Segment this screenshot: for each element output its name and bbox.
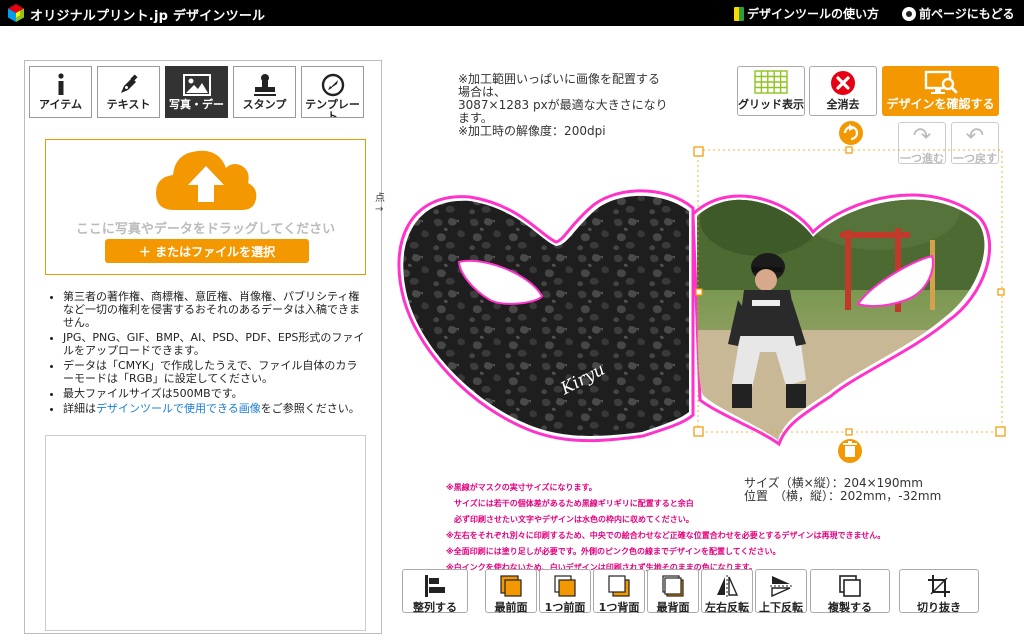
print-warnings: ※黒線がマスクの実寸サイズになります。 サイズには若干の個体差があるため黒線ギリ… (446, 480, 1002, 576)
flip-horizontal-button[interactable]: 左右反転 (701, 569, 753, 614)
resize-handle[interactable] (695, 288, 703, 296)
bring-forward-button[interactable]: 1つ前面 (539, 569, 591, 614)
send-to-back-icon (648, 574, 698, 598)
resize-handle[interactable] (997, 288, 1005, 296)
bring-forward-label: 1つ前面 (544, 601, 586, 614)
duplicate-label: 複製する (828, 601, 872, 614)
flip-horizontal-icon (702, 574, 752, 598)
trash-icon[interactable] (838, 439, 862, 463)
crop-button[interactable]: 切り抜き (899, 569, 979, 614)
bring-to-front-button[interactable]: 最前面 (485, 569, 537, 614)
duplicate-button[interactable]: 複製する (810, 569, 890, 614)
resize-handle[interactable] (995, 426, 1006, 437)
flip-vertical-button[interactable]: 上下反転 (755, 569, 807, 614)
resize-handle[interactable] (845, 146, 853, 154)
flip-vertical-icon (756, 574, 806, 598)
send-to-back-button[interactable]: 最背面 (647, 569, 699, 614)
send-backward-button[interactable]: 1つ背面 (593, 569, 645, 614)
duplicate-icon (811, 574, 889, 598)
bring-forward-icon (540, 574, 590, 598)
crop-label: 切り抜き (917, 601, 961, 614)
resize-handle[interactable] (693, 426, 704, 437)
warning-line: ※全面印刷には塗り足しが必要です。外側のピンク色の線までデザインを配置してくださ… (446, 547, 781, 556)
align-icon (403, 574, 467, 598)
bring-to-front-label: 最前面 (494, 601, 528, 614)
left-mask-camo (403, 195, 689, 436)
send-to-back-label: 最背面 (656, 601, 690, 614)
align-label: 整列する (413, 601, 457, 614)
rotate-handle-icon[interactable] (839, 121, 863, 145)
warning-line: ※黒線がマスクの実寸サイズになります。 (446, 483, 597, 492)
send-backward-icon (594, 574, 644, 598)
align-button[interactable]: 整列する (402, 569, 468, 614)
resize-handle[interactable] (693, 146, 704, 157)
flip-vertical-label: 上下反転 (759, 601, 803, 614)
send-backward-label: 1つ背面 (598, 601, 640, 614)
warning-line: 必ず印刷させたい文字やデザインは水色の枠内に収めてください。 (454, 515, 694, 524)
crop-icon (900, 574, 978, 598)
warning-line: サイズには若干の個体差があるため黒線ギリギリに配置すると余白 (454, 499, 694, 508)
resize-handle[interactable] (845, 428, 853, 436)
bring-to-front-icon (486, 574, 536, 598)
flip-horizontal-label: 左右反転 (705, 601, 749, 614)
warning-line: ※左右をそれぞれ別々に印刷するため、中央での絵合わせなど正確な位置合わせを必要と… (446, 531, 886, 540)
